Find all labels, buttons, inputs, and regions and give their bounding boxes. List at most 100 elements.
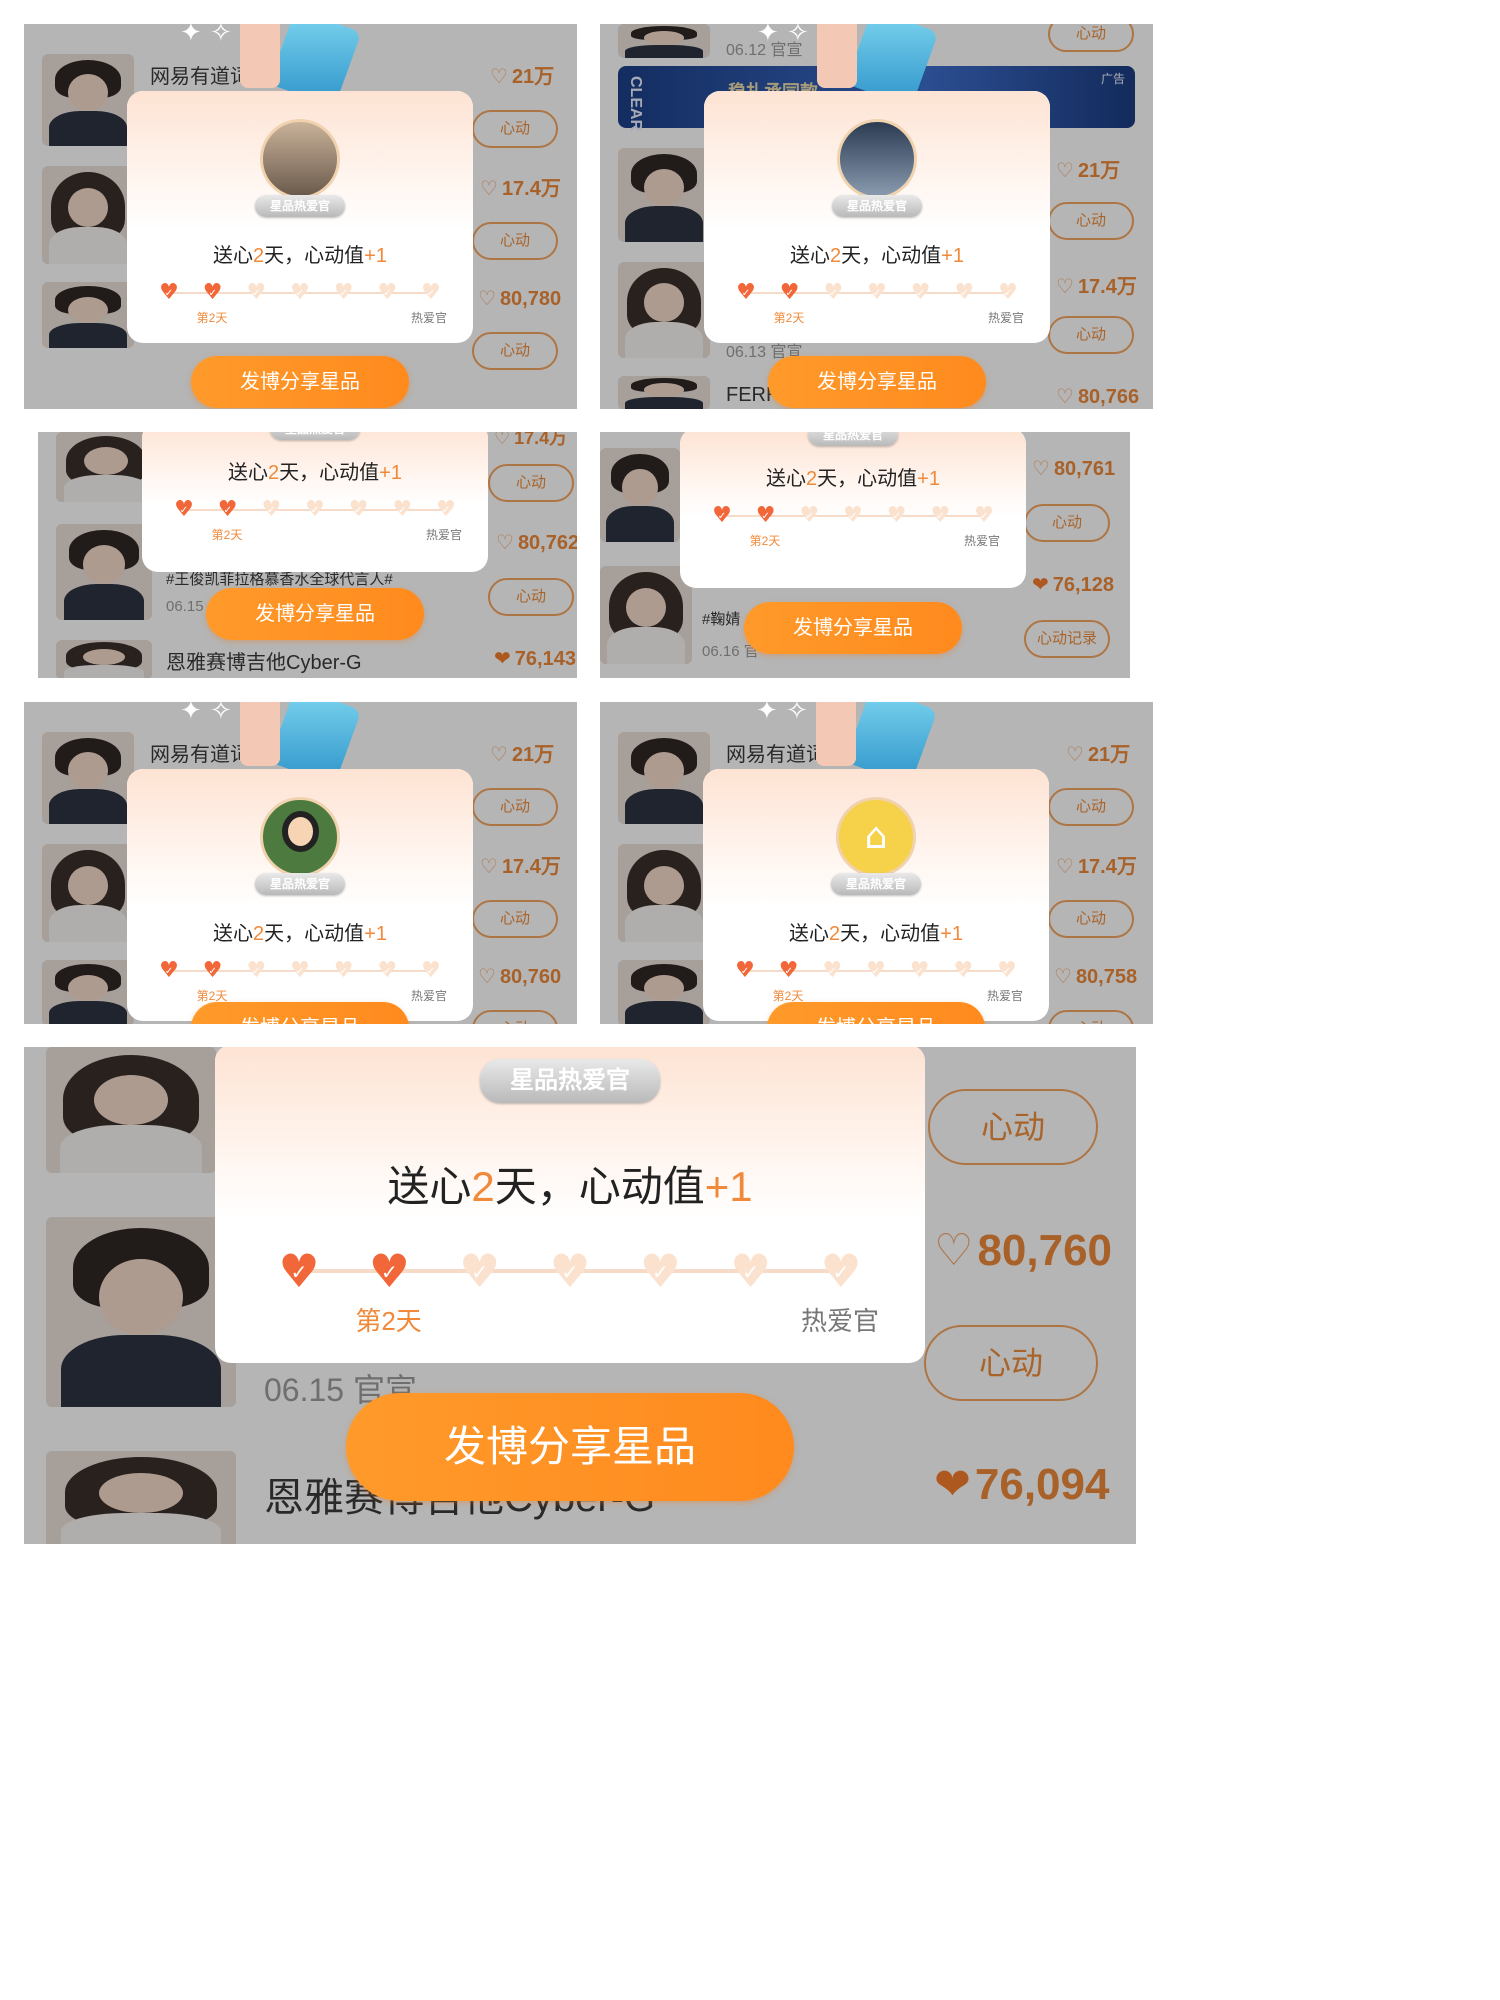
share-weibo-button[interactable]: 发博分享星品 [206,588,424,640]
heart-icon: ♥ ✓ [303,499,327,521]
avatar-icon[interactable] [260,119,340,199]
avatar-icon[interactable] [260,797,340,877]
screenshot-collage: 网易有道词♡21万心动♡17.4万心动♡80,780心动06.15 官宣✦ ✧星… [0,0,1500,2000]
progress-track: ♥ ✓ ♥ ✓ ♥ ✓ ♥ ✓ ♥ ✓ ♥ ✓ ♥ ✓ [736,282,1018,304]
check-icon: ✓ [383,287,392,299]
heart-icon: ♥ ✓ [710,505,734,527]
title-mid: 天，心动值 [279,462,380,484]
heart-icon: ♥ ✓ [332,282,356,304]
check-icon: ✓ [915,965,924,977]
progress-track: ♥ ✓ ♥ ✓ ♥ ✓ ♥ ✓ ♥ ✓ ♥ ✓ ♥ ✓ [278,1248,861,1294]
check-icon: ✓ [761,510,770,522]
goal-label: 热爱官 [411,311,448,325]
heart-icon: ♥ ✓ [777,960,801,982]
avatar-icon[interactable]: ⌂ [836,797,916,877]
heart-icon: ♥ ✓ [797,505,821,527]
heart-icon: ♥ ✓ [244,960,268,982]
check-icon: ✓ [208,965,217,977]
heart-icon: ♥ ✓ [865,282,889,304]
share-weibo-button[interactable]: 发博分享星品 [191,1002,409,1024]
share-weibo-button[interactable]: 发博分享星品 [744,602,962,654]
check-icon: ✓ [354,504,363,516]
check-icon: ✓ [959,965,968,977]
fan-badge: 星品热爱官 [831,873,921,895]
checkin-popup: 星品热爱官送心2天，心动值+1 ♥✓ ♥✓ ♥✓ ♥✓ ♥✓ ♥✓ ♥✓ 第2天 热爱官 [680,432,1026,588]
check-icon: ✓ [164,287,174,299]
screenshot-panel: ♡ 80,761 心动 ❤ 76,128 #鞠婧 06.16 官心动记录 星品热爱官 送心2天，… [600,432,1130,678]
heart-icon: ♥ ✓ [734,282,758,304]
share-weibo-button[interactable]: 发博分享星品 [768,356,986,408]
goal-label: 热爱官 [987,989,1024,1003]
check-icon: ✓ [252,965,261,977]
heart-icon: ♥ ✓ [288,960,312,982]
check-icon: ✓ [872,287,882,299]
avatar-face [281,811,319,852]
title-days: 2 [829,923,841,945]
screenshot-panel: 网易有道词♡21万心动♡17.4万心动♡80,760心动06.15✦ ✧星品热爱… [24,702,577,1024]
title-mid: 天，心动值 [494,1163,705,1210]
title-prefix: 送心 [790,245,831,267]
heart-icon: ♥ ✓ [726,1248,776,1294]
character-illustration [816,702,856,766]
title-plus: +1 [364,245,387,267]
heart-icon: ♥ ✓ [157,960,181,982]
progress-track: ♥ ✓ ♥ ✓ ♥ ✓ ♥ ✓ ♥ ✓ ♥ ✓ ♥ ✓ [159,282,441,304]
popup-title: 送心2天，心动值+1 [127,917,473,946]
check-icon: ✓ [164,965,174,977]
popup-title: 送心2天，心动值+1 [704,239,1050,268]
heart-icon: ♥ ✓ [778,282,802,304]
check-icon: ✓ [741,287,751,299]
fan-badge: 星品热爱官 [255,195,345,217]
check-icon: ✓ [871,965,881,977]
check-icon: ✓ [1002,965,1012,977]
heart-icon: ♥ ✓ [928,505,952,527]
title-prefix: 送心 [387,1163,472,1210]
check-icon: ✓ [561,1259,579,1284]
title-prefix: 送心 [228,462,269,484]
goal-label: 热爱官 [801,1306,880,1336]
title-plus: +1 [379,462,402,484]
character-illustration [240,702,280,766]
check-icon: ✓ [441,504,451,516]
check-icon: ✓ [740,965,750,977]
check-icon: ✓ [295,287,305,299]
avatar-icon[interactable] [837,119,917,199]
fan-badge: 星品热爱官 [480,1059,660,1103]
check-icon: ✓ [339,287,348,299]
progress-track: ♥ ✓ ♥ ✓ ♥ ✓ ♥ ✓ ♥ ✓ ♥ ✓ ♥ ✓ [712,505,994,527]
heart-icon: ♥ ✓ [972,505,996,527]
current-day-label: 第2天 [211,528,243,542]
fan-badge: 星品热爱官 [832,195,922,217]
check-icon: ✓ [892,510,901,522]
check-icon: ✓ [784,965,793,977]
share-weibo-button[interactable]: 发博分享星品 [191,356,409,408]
house-icon: ⌂ [864,816,888,858]
heart-icon: ♥ ✓ [259,499,283,521]
share-weibo-button[interactable]: 发博分享星品 [346,1393,794,1501]
share-weibo-button[interactable]: 发博分享星品 [767,1002,985,1024]
title-days: 2 [806,468,818,490]
title-plus: +1 [704,1163,753,1210]
check-icon: ✓ [471,1259,489,1284]
heart-icon: ♥ ✓ [244,282,268,304]
check-icon: ✓ [805,510,814,522]
check-icon: ✓ [380,1259,398,1284]
heart-icon: ♥ ✓ [419,960,443,982]
check-icon: ✓ [742,1259,760,1284]
popup-title: 送心2天，心动值+1 [680,462,1026,491]
check-icon: ✓ [832,1259,850,1284]
heart-icon: ♥ ✓ [455,1248,505,1294]
heart-icon: ♥ ✓ [909,282,933,304]
heart-icon: ♥ ✓ [274,1248,324,1294]
check-icon: ✓ [916,287,925,299]
check-icon: ✓ [290,1259,308,1284]
check-icon: ✓ [179,504,189,516]
heart-icon: ♥ ✓ [375,960,399,982]
popup-title: 送心2天，心动值+1 [127,239,473,268]
checkin-popup: 星品热爱官送心2天，心动值+1 ♥✓ ♥✓ ♥✓ ♥✓ ♥✓ ♥✓ ♥✓ 第2天 热爱官 [142,432,488,572]
heart-icon: ♥ ✓ [996,282,1020,304]
title-mid: 天，心动值 [817,468,918,490]
heart-icon: ♥ ✓ [434,499,458,521]
popup-title: 送心2天，心动值+1 [703,917,1049,946]
progress-track: ♥ ✓ ♥ ✓ ♥ ✓ ♥ ✓ ♥ ✓ ♥ ✓ ♥ ✓ [174,499,456,521]
